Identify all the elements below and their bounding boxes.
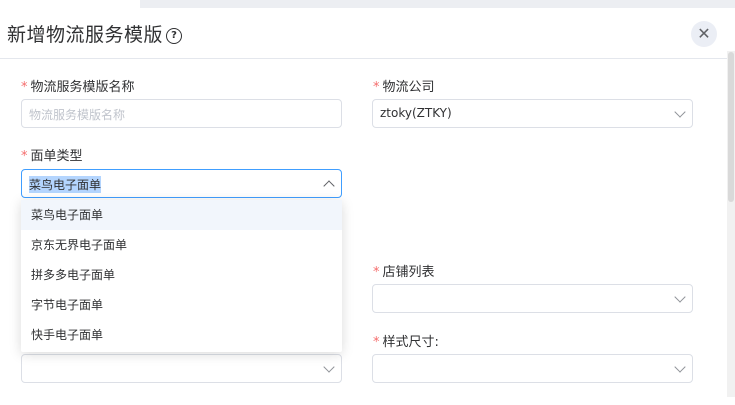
close-icon[interactable]: ✕ xyxy=(691,21,717,47)
shop-list-label: * 店铺列表 xyxy=(373,265,435,280)
dropdown-option[interactable]: 快手电子面单 xyxy=(21,320,342,350)
chevron-down-icon xyxy=(674,361,686,373)
logistics-company-label: * 物流公司 xyxy=(373,80,435,95)
template-name-input[interactable]: 物流服务模版名称 xyxy=(21,99,342,128)
chevron-down-icon xyxy=(674,106,686,118)
dropdown-option[interactable]: 京东无界电子面单 xyxy=(21,230,342,260)
scrollbar-thumb[interactable] xyxy=(728,52,734,202)
dropdown-option[interactable]: 字节电子面单 xyxy=(21,290,342,320)
style-size-label: * 样式尺寸: xyxy=(373,335,439,350)
chevron-up-icon xyxy=(323,180,335,192)
waybill-type-select[interactable]: 菜鸟电子面单 xyxy=(21,169,342,198)
dialog-header: 新增物流服务模版 ? ✕ xyxy=(0,8,735,59)
dropdown-option[interactable]: 菜鸟电子面单 xyxy=(21,200,342,230)
logistics-company-value: ztoky(ZTKY) xyxy=(380,106,452,120)
style-size-select[interactable] xyxy=(372,354,693,383)
question-circle-icon[interactable]: ? xyxy=(166,28,182,44)
background-page-strip xyxy=(140,0,735,8)
template-name-label: * 物流服务模版名称 xyxy=(21,80,135,95)
waybill-type-dropdown: 菜鸟电子面单 京东无界电子面单 拼多多电子面单 字节电子面单 快手电子面单 xyxy=(21,200,342,352)
dropdown-option[interactable]: 拼多多电子面单 xyxy=(21,260,342,290)
chevron-down-icon xyxy=(323,361,335,373)
waybill-type-value: 菜鸟电子面单 xyxy=(29,176,102,193)
dialog-title: 新增物流服务模版 xyxy=(7,24,164,46)
template-name-placeholder: 物流服务模版名称 xyxy=(29,108,126,122)
logistics-company-select[interactable]: ztoky(ZTKY) xyxy=(372,99,693,128)
left-bottom-select[interactable] xyxy=(21,354,342,383)
chevron-down-icon xyxy=(674,291,686,303)
shop-list-select[interactable] xyxy=(372,284,693,313)
waybill-type-label: * 面单类型 xyxy=(21,149,83,164)
